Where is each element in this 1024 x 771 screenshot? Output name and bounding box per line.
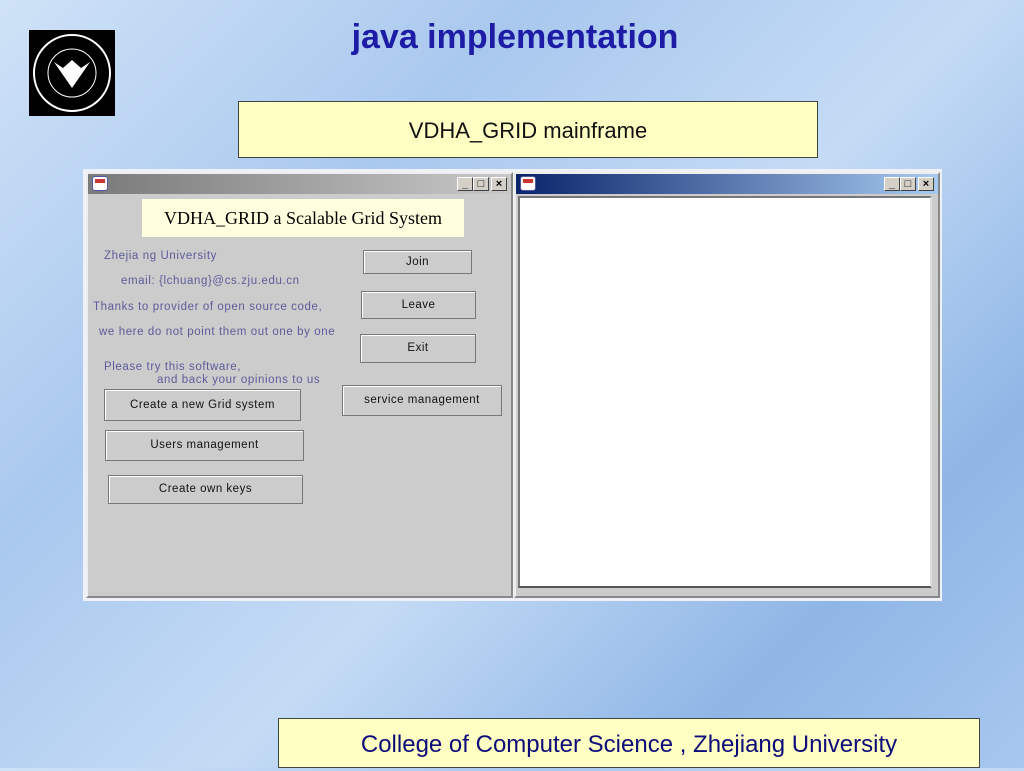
zhejiang-university-logo: [29, 30, 115, 116]
minimize-button[interactable]: _: [884, 177, 900, 191]
service-management-button[interactable]: service management: [342, 385, 502, 416]
minimize-button[interactable]: _: [457, 177, 473, 191]
app-screenshot: _ □ × VDHA_GRID a Scalable Grid System Z…: [83, 169, 942, 601]
maximize-button[interactable]: □: [900, 177, 916, 191]
leave-button[interactable]: Leave: [361, 291, 476, 319]
create-keys-button[interactable]: Create own keys: [108, 475, 303, 504]
output-area[interactable]: [518, 196, 932, 588]
java-cup-icon: [520, 176, 536, 191]
title-bar[interactable]: _ □ ×: [516, 174, 938, 194]
close-button[interactable]: ×: [918, 177, 934, 191]
title-bar[interactable]: _ □ ×: [88, 174, 511, 194]
java-cup-icon: [92, 176, 108, 191]
app-banner: VDHA_GRID a Scalable Grid System: [142, 199, 464, 237]
output-window: _ □ ×: [514, 172, 940, 598]
slide-title: java implementation: [351, 18, 679, 56]
email-label: email: {lchuang}@cs.zju.edu.cn: [121, 275, 300, 287]
exit-button[interactable]: Exit: [360, 334, 476, 363]
slide-subtitle: VDHA_GRID mainframe: [238, 101, 818, 158]
opinions-label: and back your opinions to us: [157, 374, 321, 386]
close-button[interactable]: ×: [491, 177, 507, 191]
slide-footer: College of Computer Science , Zhejiang U…: [278, 718, 980, 768]
maximize-button[interactable]: □: [473, 177, 489, 191]
try-label: Please try this software,: [104, 361, 242, 373]
main-window: _ □ × VDHA_GRID a Scalable Grid System Z…: [86, 172, 513, 598]
thanks-label: Thanks to provider of open source code,: [93, 301, 323, 313]
join-button[interactable]: Join: [363, 250, 472, 274]
create-grid-button[interactable]: Create a new Grid system: [104, 389, 301, 421]
university-label: Zhejia ng University: [104, 250, 217, 262]
thanks-label-2: we here do not point them out one by one: [99, 326, 336, 338]
users-management-button[interactable]: Users management: [105, 430, 304, 461]
